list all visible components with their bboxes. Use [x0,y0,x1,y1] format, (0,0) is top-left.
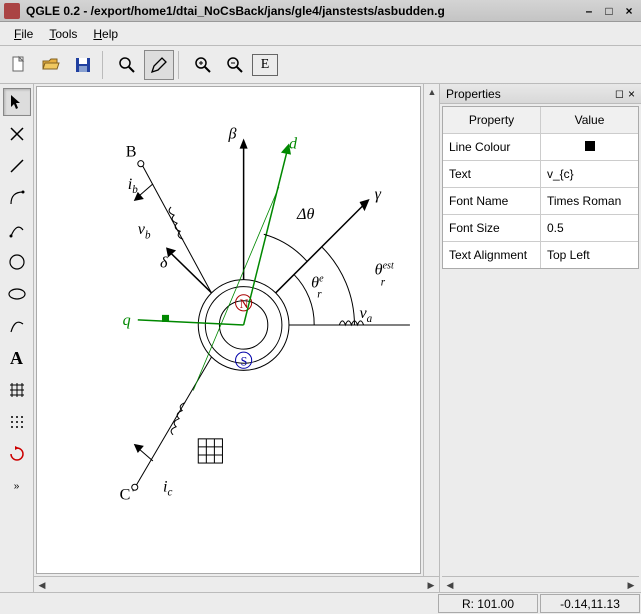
svg-text:d: d [289,136,298,153]
zoom-in-button[interactable] [188,50,218,80]
close-button[interactable]: × [621,3,637,19]
pointer-tool[interactable] [3,88,31,116]
arc-tool-2[interactable] [3,216,31,244]
svg-text:β: β [228,126,237,143]
properties-header: Properties ◻ × [440,84,641,104]
svg-text:B: B [126,144,137,161]
font-size-value[interactable]: 0.5 [541,215,638,241]
menu-file[interactable]: File [6,25,41,43]
menubar: File Tools Help [0,22,641,46]
text-tool[interactable]: A [3,344,31,372]
hscroll-right[interactable]: ▶ [423,577,439,592]
ellipse-tool[interactable] [3,280,31,308]
main-toolbar: E [0,46,641,84]
canvas-hscroll[interactable] [50,577,423,592]
svg-text:r: r [381,277,386,289]
open-file-button[interactable] [36,50,66,80]
col-property[interactable]: Property [443,107,541,133]
line-colour-value[interactable] [541,134,638,160]
font-name-value[interactable]: Times Roman [541,188,638,214]
reload-tool[interactable] [3,440,31,468]
svg-text:q: q [123,312,131,329]
svg-text:ic: ic [163,478,172,498]
menu-tools[interactable]: Tools [41,25,85,43]
properties-title: Properties [446,87,501,101]
canvas-vscroll[interactable]: ▲ [423,84,439,576]
titlebar: QGLE 0.2 - /export/home1/dtai_NoCsBack/j… [0,0,641,22]
drawing-canvas[interactable]: N S β d γ [36,86,421,574]
panel-undock-icon[interactable]: ◻ [615,87,624,100]
properties-table: Property Value Line Colour Text v_{c} Fo… [442,106,639,269]
prop-row-font-name: Font Name Times Roman [443,188,638,215]
edit-tool-button[interactable] [144,50,174,80]
menu-help[interactable]: Help [85,25,126,43]
prop-row-line-colour: Line Colour [443,134,638,161]
text-align-value[interactable]: Top Left [541,242,638,268]
prop-row-font-size: Font Size 0.5 [443,215,638,242]
statusbar: R: 101.00 -0.14,11.13 [0,592,641,614]
svg-text:δ: δ [160,255,168,272]
panel-close-icon[interactable]: × [628,87,635,101]
prop-row-text: Text v_{c} [443,161,638,188]
svg-text:C: C [120,486,131,503]
grid-tool-1[interactable] [3,376,31,404]
circle-tool[interactable] [3,248,31,276]
hscroll-left[interactable]: ◀ [34,577,50,592]
save-file-button[interactable] [68,50,98,80]
status-coord: -0.14,11.13 [540,594,640,613]
zoom-out-button[interactable] [220,50,250,80]
cross-tool[interactable] [3,120,31,148]
zoom-tool-button[interactable] [112,50,142,80]
col-value[interactable]: Value [541,107,638,133]
properties-panel: Properties ◻ × Property Value Line Colou… [439,84,641,592]
main-area: A » N S [0,84,641,592]
grid-tool-2[interactable] [3,408,31,436]
new-file-button[interactable] [4,50,34,80]
svg-text:ib: ib [128,176,138,196]
line-tool[interactable] [3,152,31,180]
properties-hscroll[interactable]: ◀▶ [442,576,639,592]
svg-text:S: S [241,354,248,368]
status-r: R: 101.00 [438,594,538,613]
text-value[interactable]: v_{c} [541,161,638,187]
minimize-button[interactable]: – [581,3,597,19]
tool-rail: A » [0,84,34,592]
prop-row-text-align: Text Alignment Top Left [443,242,638,268]
diagram-svg: N S β d γ [37,87,420,573]
window-title: QGLE 0.2 - /export/home1/dtai_NoCsBack/j… [26,4,445,18]
app-icon [4,3,20,19]
more-tools[interactable]: » [3,472,31,500]
maximize-button[interactable]: □ [601,3,617,19]
svg-text:γ: γ [375,186,382,203]
svg-text:r: r [317,289,322,301]
svg-text:Δθ: Δθ [296,206,314,223]
canvas-area: N S β d γ [34,84,439,592]
svg-text:vb: vb [138,221,151,241]
zoom-extents-button[interactable]: E [252,54,278,76]
arc-tool-1[interactable] [3,184,31,212]
curve-tool[interactable] [3,312,31,340]
